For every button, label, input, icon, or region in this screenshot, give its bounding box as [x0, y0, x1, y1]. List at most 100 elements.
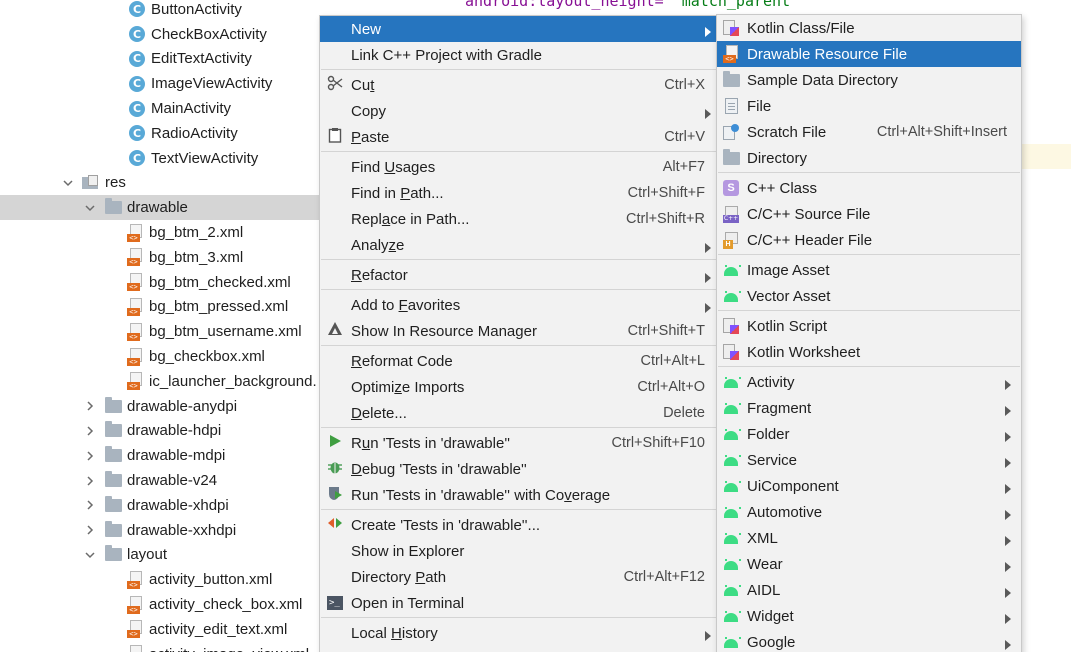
tree-item-buttonactivity[interactable]: C ButtonActivity: [0, 0, 320, 22]
menu-item-add-to-favorites[interactable]: Add to Favorites: [320, 292, 717, 318]
tree-item-textviewactivity[interactable]: C TextViewActivity: [0, 146, 320, 171]
menu-item-create-tests-in-drawable[interactable]: Create 'Tests in 'drawable''...: [320, 512, 717, 538]
tree-item-label: MainActivity: [151, 100, 232, 118]
menu-item-label: Show In Resource Manager: [351, 322, 537, 340]
tree-item-activity-button-xml[interactable]: <> activity_button.xml: [0, 567, 320, 592]
menu-item-delete[interactable]: Delete... Delete: [320, 400, 717, 426]
menu-item-icon: [722, 529, 740, 547]
menu-item-cut[interactable]: Cut Ctrl+X: [320, 72, 717, 98]
menu-item-image-asset[interactable]: Image Asset: [717, 257, 1021, 283]
folder-icon: [104, 520, 122, 537]
menu-item-drawable-resource-file[interactable]: <> Drawable Resource File: [717, 41, 1021, 67]
menu-item-refactor[interactable]: Refactor: [320, 262, 717, 288]
tree-item-checkboxactivity[interactable]: C CheckBoxActivity: [0, 22, 320, 47]
menu-item-sample-data-directory[interactable]: Sample Data Directory: [717, 67, 1021, 93]
menu-item-scratch-file[interactable]: Scratch File Ctrl+Alt+Shift+Insert: [717, 119, 1021, 145]
menu-item-service[interactable]: Service: [717, 447, 1021, 473]
menu-item-run-tests-in-drawable-with-coverage[interactable]: Run 'Tests in 'drawable'' with Coverage: [320, 482, 717, 508]
menu-item-uicomponent[interactable]: UiComponent: [717, 473, 1021, 499]
menu-item-directory-path[interactable]: Directory Path Ctrl+Alt+F12: [320, 564, 717, 590]
menu-item-kotlin-worksheet[interactable]: Kotlin Worksheet: [717, 339, 1021, 365]
tree-item-layout[interactable]: layout: [0, 543, 320, 568]
tree-item-bg-checkbox-xml[interactable]: <> bg_checkbox.xml: [0, 344, 320, 369]
xml-file-icon: <>: [127, 297, 143, 316]
chevron-right-icon[interactable]: [82, 473, 98, 489]
menu-item-automotive[interactable]: Automotive: [717, 499, 1021, 525]
tree-item-activity-check-box-xml[interactable]: <> activity_check_box.xml: [0, 592, 320, 617]
tree-item-icon: C: [128, 100, 146, 118]
menu-item-aidl[interactable]: AIDL: [717, 577, 1021, 603]
tree-item-res[interactable]: res: [0, 171, 320, 196]
tree-item-mainactivity[interactable]: C MainActivity: [0, 96, 320, 121]
tree-item-drawable-hdpi[interactable]: drawable-hdpi: [0, 419, 320, 444]
menu-item-paste[interactable]: Paste Ctrl+V: [320, 124, 717, 150]
tree-item-radioactivity[interactable]: C RadioActivity: [0, 121, 320, 146]
menu-item-widget[interactable]: Widget: [717, 603, 1021, 629]
tree-item-activity-image-view-xml[interactable]: <> activity_image_view.xml: [0, 642, 320, 652]
menu-item-vector-asset[interactable]: Vector Asset: [717, 283, 1021, 309]
menu-item-local-history[interactable]: Local History: [320, 620, 717, 646]
chevron-right-icon[interactable]: [82, 398, 98, 414]
menu-item-xml[interactable]: XML: [717, 525, 1021, 551]
menu-item-find-usages[interactable]: Find Usages Alt+F7: [320, 154, 717, 180]
menu-item-debug-tests-in-drawable[interactable]: Debug 'Tests in 'drawable'': [320, 456, 717, 482]
menu-item-replace-in-path[interactable]: Replace in Path... Ctrl+Shift+R: [320, 206, 717, 232]
menu-item-c-c-header-file[interactable]: H C/C++ Header File: [717, 227, 1021, 253]
menu-item-analyze[interactable]: Analyze: [320, 232, 717, 258]
menu-item-show-in-explorer[interactable]: Show in Explorer: [320, 538, 717, 564]
menu-item-icon: [722, 19, 740, 37]
file-icon: [724, 98, 738, 114]
tree-item-activity-edit-text-xml[interactable]: <> activity_edit_text.xml: [0, 617, 320, 642]
menu-item-c-c-source-file[interactable]: C++ C/C++ Source File: [717, 201, 1021, 227]
menu-item-fragment[interactable]: Fragment: [717, 395, 1021, 421]
tree-item-bg-btm-checked-xml[interactable]: <> bg_btm_checked.xml: [0, 270, 320, 295]
menu-item-activity[interactable]: Activity: [717, 369, 1021, 395]
chevron-down-icon[interactable]: [82, 547, 98, 563]
menu-item-c-class[interactable]: S C++ Class: [717, 175, 1021, 201]
tree-item-label: activity_image_view.xml: [149, 646, 309, 652]
tree-item-drawable[interactable]: drawable: [0, 195, 320, 221]
chevron-down-icon[interactable]: [60, 175, 76, 191]
new-submenu: Kotlin Class/File <> Drawable Resource Fil…: [716, 14, 1022, 652]
tree-item-edittextactivity[interactable]: C EditTextActivity: [0, 47, 320, 72]
menu-item-optimize-imports[interactable]: Optimize Imports Ctrl+Alt+O: [320, 374, 717, 400]
menu-item-find-in-path[interactable]: Find in Path... Ctrl+Shift+F: [320, 180, 717, 206]
menu-item-kotlin-script[interactable]: Kotlin Script: [717, 313, 1021, 339]
tree-item-icon: <>: [126, 248, 144, 267]
tree-item-ic-launcher-background[interactable]: <> ic_launcher_background.: [0, 369, 320, 394]
tree-item-drawable-mdpi[interactable]: drawable-mdpi: [0, 443, 320, 468]
tree-item-drawable-xhdpi[interactable]: drawable-xhdpi: [0, 493, 320, 518]
menu-item-run-tests-in-drawable[interactable]: Run 'Tests in 'drawable'' Ctrl+Shift+F10: [320, 430, 717, 456]
tree-item-drawable-anydpi[interactable]: drawable-anydpi: [0, 394, 320, 419]
tree-item-bg-btm-pressed-xml[interactable]: <> bg_btm_pressed.xml: [0, 295, 320, 320]
menu-item-link-c-project-with-gradle[interactable]: Link C++ Project with Gradle: [320, 42, 717, 68]
kotlin-script-icon: [723, 318, 739, 334]
chevron-right-icon[interactable]: [82, 448, 98, 464]
menu-item-directory[interactable]: Directory: [717, 145, 1021, 171]
coverage-icon: [327, 485, 343, 505]
menu-item-reformat-code[interactable]: Reformat Code Ctrl+Alt+L: [320, 348, 717, 374]
menu-item-copy[interactable]: Copy: [320, 98, 717, 124]
submenu-arrow-icon: [1004, 481, 1012, 494]
android-icon: [723, 559, 739, 570]
tree-item-icon: [104, 495, 122, 514]
chevron-right-icon[interactable]: [82, 522, 98, 538]
chevron-right-icon[interactable]: [82, 497, 98, 513]
chevron-down-icon[interactable]: [82, 200, 98, 216]
tree-item-drawable-xxhdpi[interactable]: drawable-xxhdpi: [0, 518, 320, 543]
tree-item-drawable-v24[interactable]: drawable-v24: [0, 468, 320, 493]
menu-item-file[interactable]: File: [717, 93, 1021, 119]
menu-item-wear[interactable]: Wear: [717, 551, 1021, 577]
menu-item-show-in-resource-manager[interactable]: Show In Resource Manager Ctrl+Shift+T: [320, 318, 717, 344]
menu-item-new[interactable]: New: [320, 16, 717, 42]
tree-item-bg-btm-2-xml[interactable]: <> bg_btm_2.xml: [0, 220, 320, 245]
tree-item-imageviewactivity[interactable]: C ImageViewActivity: [0, 71, 320, 96]
menu-item-google[interactable]: Google: [717, 629, 1021, 652]
tree-item-bg-btm-3-xml[interactable]: <> bg_btm_3.xml: [0, 245, 320, 270]
menu-item-folder[interactable]: Folder: [717, 421, 1021, 447]
android-icon: [723, 611, 739, 622]
chevron-right-icon[interactable]: [82, 423, 98, 439]
tree-item-bg-btm-username-xml[interactable]: <> bg_btm_username.xml: [0, 319, 320, 344]
menu-item-open-in-terminal[interactable]: >_ Open in Terminal: [320, 590, 717, 616]
menu-item-kotlin-class-file[interactable]: Kotlin Class/File: [717, 15, 1021, 41]
